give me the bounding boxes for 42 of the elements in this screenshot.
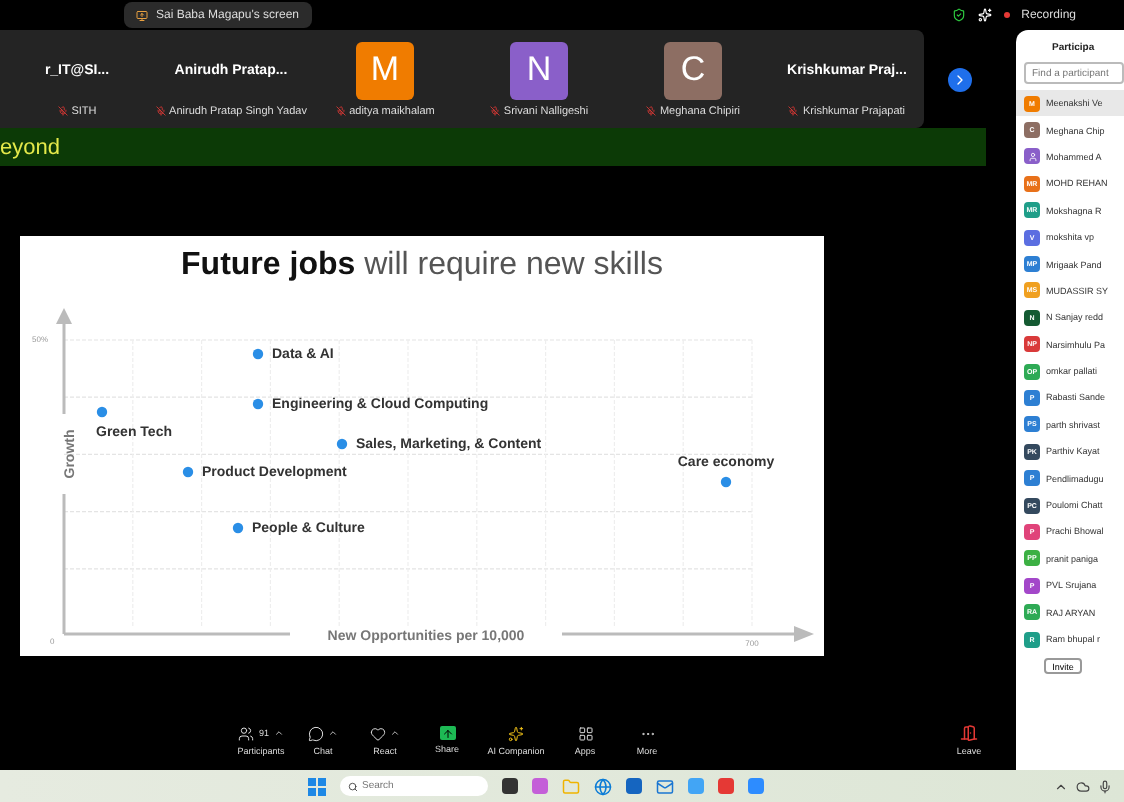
chevron-up-icon[interactable] [1054, 779, 1068, 793]
muted-mic-icon [335, 106, 346, 116]
share-icon [439, 726, 455, 740]
recording-dot-icon [1003, 12, 1010, 18]
search-icon [348, 781, 358, 791]
data-point [96, 406, 108, 418]
caret-icon [273, 728, 283, 738]
muted-mic-icon [645, 106, 656, 116]
microphone-icon[interactable] [1098, 779, 1112, 793]
data-point [252, 348, 264, 360]
windows-logo-icon[interactable] [308, 777, 326, 795]
sparkle-icon [977, 8, 992, 22]
data-point [232, 522, 244, 534]
slide-title: Future jobs will require new skills [181, 248, 663, 284]
sparkle-icon [508, 725, 524, 741]
screen-share-icon [136, 9, 148, 21]
muted-mic-icon [788, 106, 799, 116]
mail-icon[interactable] [656, 777, 674, 795]
shield-icon [951, 8, 966, 22]
apps-icon [577, 725, 593, 741]
data-point [336, 438, 348, 450]
globe-icon[interactable] [594, 777, 612, 795]
caret-icon [328, 728, 338, 738]
caption-banner: eyond [0, 128, 986, 166]
muted-mic-icon [489, 106, 500, 116]
muted-mic-icon [57, 106, 68, 116]
chat-icon [308, 725, 324, 741]
door-icon [960, 724, 978, 742]
data-point [182, 466, 194, 478]
cloud-icon[interactable] [1076, 779, 1090, 793]
avatar-tile: N [510, 41, 568, 99]
app-icon[interactable] [626, 778, 642, 794]
data-point [252, 398, 264, 410]
muted-mic-icon [155, 106, 166, 116]
next-page-button[interactable] [948, 67, 972, 91]
participants-icon [238, 725, 255, 741]
heart-icon [370, 725, 386, 741]
chevron-right-icon [952, 71, 968, 87]
avatar-tile: C [664, 41, 722, 99]
caret-icon [390, 728, 400, 738]
avatar-tile: M [356, 41, 414, 99]
data-point [720, 476, 732, 488]
